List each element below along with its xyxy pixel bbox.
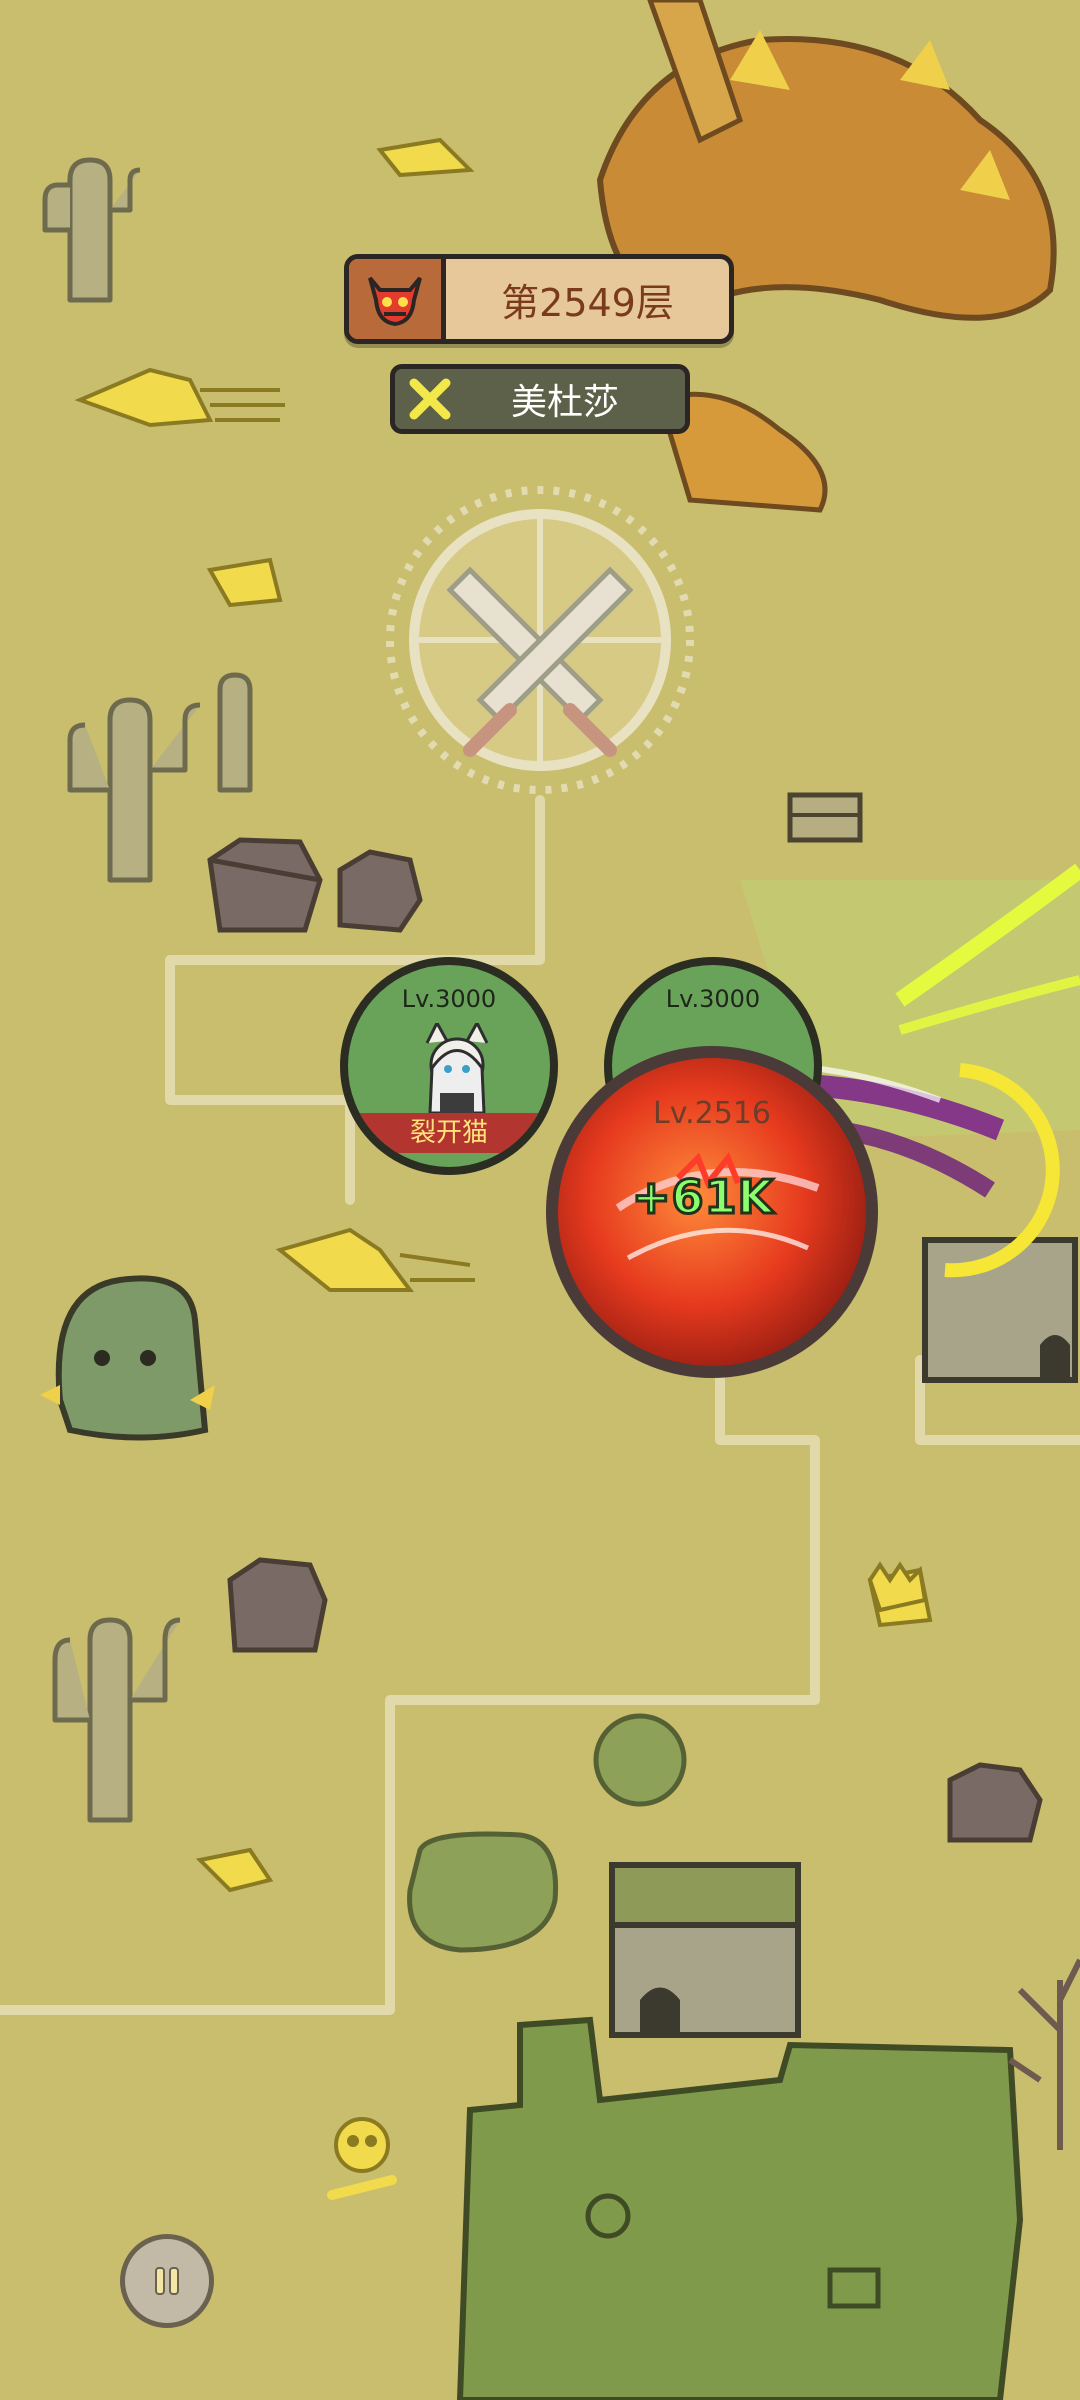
- hero-name: 裂开猫: [348, 1113, 550, 1153]
- hero-level: Lv.3000: [665, 985, 761, 1013]
- pause-button[interactable]: [120, 2234, 214, 2328]
- boss-demon-icon: [349, 259, 446, 339]
- hero-card-1[interactable]: Lv.3000 裂开猫: [340, 957, 558, 1175]
- chest: [787, 792, 863, 843]
- crossed-swords-icon: [395, 377, 465, 421]
- floor-indicator: 第2549层: [344, 254, 734, 344]
- floor-label: 第2549层: [501, 280, 674, 325]
- glove: [867, 1561, 928, 1613]
- house: [609, 1862, 801, 2038]
- game-map: [0, 0, 1080, 2400]
- enemy-name: 美杜莎: [510, 382, 619, 423]
- pause-icon: [155, 2267, 179, 2295]
- enemy-name-plate: 美杜莎: [390, 364, 690, 434]
- damage-popup: +61K: [630, 1169, 775, 1226]
- hero-level: Lv.3000: [401, 985, 497, 1013]
